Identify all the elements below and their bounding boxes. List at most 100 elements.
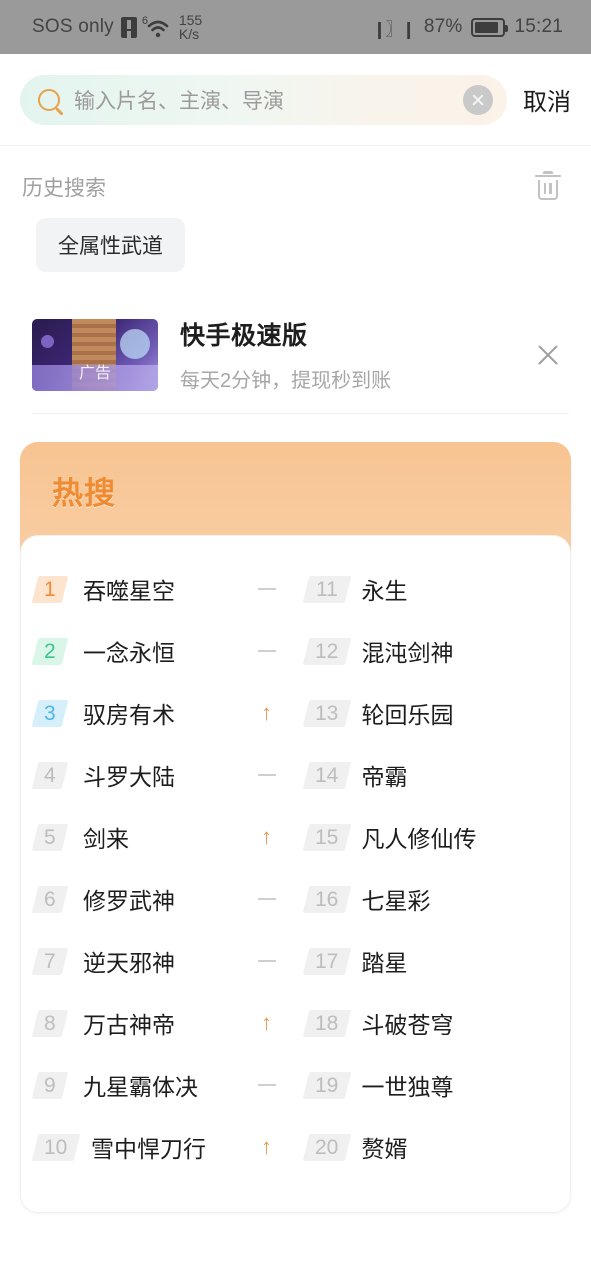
history-header: 历史搜索 bbox=[0, 146, 591, 202]
hot-search-item-label[interactable]: 踏星 bbox=[362, 944, 531, 978]
hot-search-rank: 10 bbox=[31, 1133, 81, 1161]
hot-search-rank: 18 bbox=[302, 1009, 351, 1037]
hot-search-item[interactable]: 10 雪中悍刀行 ↑ bbox=[31, 1116, 282, 1178]
hot-search-item-label[interactable]: 帝霸 bbox=[362, 758, 531, 792]
hot-search-item-label[interactable]: 斗罗大陆 bbox=[83, 758, 252, 792]
hot-search-trend-flat bbox=[252, 588, 282, 590]
ad-text-block: 快手极速版 每天2分钟，提现秒到账 bbox=[180, 316, 511, 393]
hot-search-item-label[interactable]: 七星彩 bbox=[362, 882, 531, 916]
hot-search-rank: 11 bbox=[302, 575, 351, 603]
hot-search-item-label[interactable]: 永生 bbox=[362, 572, 531, 606]
search-bar: 输入片名、主演、导演 取消 bbox=[0, 54, 591, 146]
search-input[interactable]: 输入片名、主演、导演 bbox=[74, 85, 449, 115]
hot-search-rank: 19 bbox=[302, 1071, 351, 1099]
hot-search-item-label[interactable]: 吞噬星空 bbox=[83, 572, 252, 606]
hot-search-trend-up: ↑ bbox=[261, 1134, 272, 1159]
hot-search-item[interactable]: 7 逆天邪神 bbox=[31, 930, 282, 992]
hot-search-rank: 12 bbox=[302, 637, 351, 665]
hot-search-item-label[interactable]: 轮回乐园 bbox=[362, 696, 531, 730]
hot-search-item-label[interactable]: 雪中悍刀行 bbox=[91, 1130, 252, 1164]
hot-search-rank: 14 bbox=[302, 761, 351, 789]
hot-search-item-label[interactable]: 逆天邪神 bbox=[83, 944, 252, 978]
network-speed: 155 K/s bbox=[179, 13, 202, 41]
hot-search-item[interactable]: 11 永生 bbox=[302, 558, 561, 620]
hot-search-item-label[interactable]: 一世独尊 bbox=[362, 1068, 531, 1102]
hot-search-item[interactable]: 16 七星彩 bbox=[302, 868, 561, 930]
battery-icon bbox=[471, 17, 509, 37]
hot-search-trend-flat bbox=[252, 898, 282, 900]
hot-search-card: 1 吞噬星空 2 一念永恒 3 驭房有术 ↑ 4 斗罗大陆 5 剑来 ↑ 6 修罗武神 7 逆天邪神 8 万古神帝… bbox=[20, 535, 571, 1213]
hot-search-trend-up: ↑ bbox=[261, 824, 272, 849]
hot-search-item[interactable]: 2 一念永恒 bbox=[31, 620, 282, 682]
hot-search-trend-flat bbox=[252, 960, 282, 962]
hot-search-item[interactable]: 5 剑来 ↑ bbox=[31, 806, 282, 868]
hot-search-rank: 1 bbox=[31, 575, 69, 603]
hot-search-column-right: 11 永生 12 混沌剑神 13 轮回乐园 14 帝霸 15 凡人修仙传 16 七星彩 17 踏星 18 斗破… bbox=[296, 558, 571, 1178]
hot-search-item-label[interactable]: 修罗武神 bbox=[83, 882, 252, 916]
status-bar-left: SOS only 6 155 K/s bbox=[32, 13, 202, 41]
hot-search-item[interactable]: 4 斗罗大陆 bbox=[31, 744, 282, 806]
hot-search-item[interactable]: 14 帝霸 bbox=[302, 744, 561, 806]
hot-search-rank: 7 bbox=[31, 947, 69, 975]
history-title: 历史搜索 bbox=[22, 177, 106, 200]
hot-search-section: 热搜 1 吞噬星空 2 一念永恒 3 驭房有术 ↑ 4 斗罗大陆 5 剑来 ↑ 6 修罗武神 7 逆天邪神 8 万… bbox=[20, 442, 571, 1213]
hot-search-item[interactable]: 8 万古神帝 ↑ bbox=[31, 992, 282, 1054]
hot-search-trend-flat bbox=[252, 774, 282, 776]
search-icon bbox=[38, 88, 60, 111]
ad-banner[interactable]: 广告 快手极速版 每天2分钟，提现秒到账 bbox=[32, 316, 569, 414]
hot-search-item[interactable]: 13 轮回乐园 bbox=[302, 682, 561, 744]
hot-search-trend-up: ↑ bbox=[261, 1010, 272, 1035]
history-tag[interactable]: 全属性武道 bbox=[36, 218, 185, 272]
hot-search-item[interactable]: 3 驭房有术 ↑ bbox=[31, 682, 282, 744]
hot-search-item[interactable]: 18 斗破苍穹 bbox=[302, 992, 561, 1054]
network-speed-value: 155 bbox=[178, 12, 203, 28]
cancel-button[interactable]: 取消 bbox=[521, 82, 573, 117]
hot-search-item-label[interactable]: 九星霸体决 bbox=[83, 1068, 252, 1102]
hot-search-rank: 2 bbox=[31, 637, 69, 665]
hot-search-rank: 8 bbox=[31, 1009, 69, 1037]
hot-search-rank: 3 bbox=[31, 699, 69, 727]
network-speed-unit: K/s bbox=[178, 26, 200, 42]
hot-search-rank: 13 bbox=[302, 699, 351, 727]
hot-search-item-label[interactable]: 赘婿 bbox=[362, 1130, 531, 1164]
hot-search-item[interactable]: 15 凡人修仙传 bbox=[302, 806, 561, 868]
vibrate-icon: ❙〗❙ bbox=[372, 19, 415, 39]
hot-search-rank: 16 bbox=[302, 885, 351, 913]
history-tag-list: 全属性武道 bbox=[0, 202, 591, 272]
carrier-label: SOS only bbox=[32, 16, 114, 37]
hot-search-rank: 4 bbox=[31, 761, 69, 789]
ad-title: 快手极速版 bbox=[180, 322, 308, 350]
status-bar-right: ❙〗❙ 87% 15:21 bbox=[372, 15, 563, 40]
hot-search-column-left: 1 吞噬星空 2 一念永恒 3 驭房有术 ↑ 4 斗罗大陆 5 剑来 ↑ 6 修罗武神 7 逆天邪神 8 万古神帝… bbox=[21, 558, 296, 1178]
hot-search-item-label[interactable]: 斗破苍穹 bbox=[362, 1006, 531, 1040]
hot-search-item-label[interactable]: 剑来 bbox=[83, 820, 252, 854]
hot-search-item-label[interactable]: 一念永恒 bbox=[83, 634, 252, 668]
wifi-generation-label: 6 bbox=[141, 15, 148, 27]
hot-search-item[interactable]: 17 踏星 bbox=[302, 930, 561, 992]
hot-search-rank: 17 bbox=[302, 947, 351, 975]
search-input-container[interactable]: 输入片名、主演、导演 bbox=[20, 74, 507, 125]
hot-search-rank: 6 bbox=[31, 885, 69, 913]
hot-search-item[interactable]: 19 一世独尊 bbox=[302, 1054, 561, 1116]
hot-search-item-label[interactable]: 混沌剑神 bbox=[362, 634, 531, 668]
hot-search-trend-flat bbox=[252, 650, 282, 652]
ad-badge-label: 广告 bbox=[78, 364, 112, 382]
close-icon[interactable] bbox=[533, 340, 563, 370]
hot-search-item[interactable]: 9 九星霸体决 bbox=[31, 1054, 282, 1116]
hot-search-item[interactable]: 6 修罗武神 bbox=[31, 868, 282, 930]
wifi-icon: 6 bbox=[141, 15, 172, 39]
hot-search-item-label[interactable]: 万古神帝 bbox=[83, 1006, 252, 1040]
clear-circle-icon[interactable] bbox=[463, 84, 493, 115]
hot-search-item[interactable]: 1 吞噬星空 bbox=[31, 558, 282, 620]
hot-search-item[interactable]: 12 混沌剑神 bbox=[302, 620, 561, 682]
hot-search-trend-flat bbox=[252, 1084, 282, 1086]
hot-search-item-label[interactable]: 驭房有术 bbox=[83, 696, 252, 730]
hot-search-rank: 9 bbox=[31, 1071, 69, 1099]
hot-search-item[interactable]: 20 赘婿 bbox=[302, 1116, 561, 1178]
hot-search-rank: 15 bbox=[302, 823, 351, 851]
trash-icon[interactable] bbox=[535, 170, 561, 201]
hot-search-rank: 20 bbox=[302, 1133, 351, 1161]
ad-thumbnail: 广告 bbox=[32, 318, 158, 391]
hot-search-item-label[interactable]: 凡人修仙传 bbox=[362, 820, 531, 854]
battery-percent-label: 87% bbox=[423, 16, 463, 37]
